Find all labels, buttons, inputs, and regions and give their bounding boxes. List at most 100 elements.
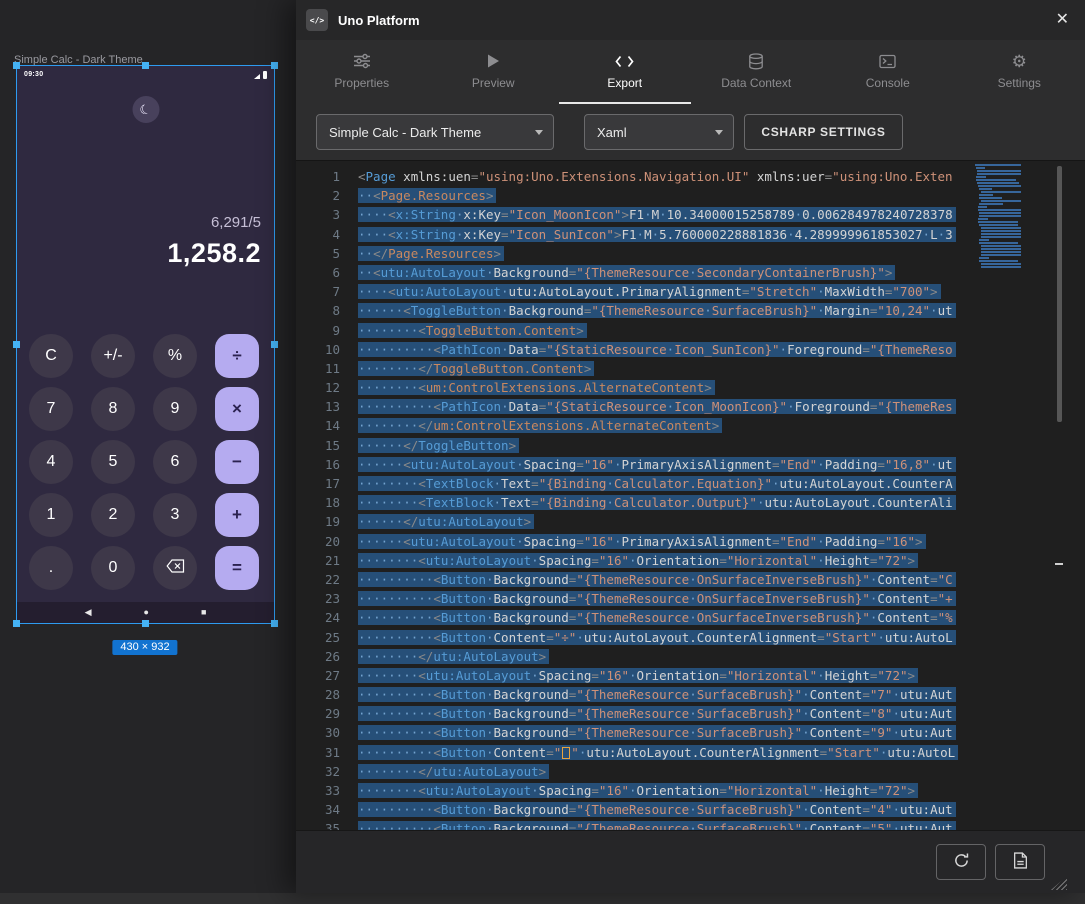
refresh-icon	[953, 852, 970, 872]
export-file-icon	[1013, 852, 1028, 872]
calc-button-4[interactable]: 4	[29, 440, 73, 484]
line-number: 14	[296, 416, 340, 435]
calc-equation: 6,291/5	[211, 214, 261, 231]
line-number: 8	[296, 301, 340, 320]
tab-data-context[interactable]: Data Context	[691, 40, 823, 104]
refresh-button[interactable]	[936, 844, 986, 880]
minimap[interactable]	[975, 164, 1055, 269]
resize-grip[interactable]	[1051, 876, 1067, 890]
code-line: ··········<Button·Background="{ThemeReso…	[358, 800, 975, 819]
code-line: <Page xmlns:uen="using:Uno.Extensions.Na…	[358, 167, 975, 186]
line-number: 13	[296, 397, 340, 416]
line-number: 29	[296, 704, 340, 723]
line-number: 2	[296, 186, 340, 205]
code-line: ······<ToggleButton·Background="{ThemeRe…	[358, 301, 975, 320]
home-icon[interactable]: ●	[144, 608, 149, 617]
tab-console[interactable]: Console	[822, 40, 954, 104]
moon-icon: ☾	[138, 102, 153, 118]
window-titlebar: </> Uno Platform ✕	[296, 0, 1085, 40]
code-line: ········</ToggleButton.Content>	[358, 359, 975, 378]
calc-button-C[interactable]: C	[29, 334, 73, 378]
calc-button-1[interactable]: 1	[29, 493, 73, 537]
line-number: 25	[296, 628, 340, 647]
code-line: ········<TextBlock·Text="{Binding·Calcul…	[358, 474, 975, 493]
tab-export[interactable]: Export	[559, 40, 691, 104]
calc-output: 1,258.2	[167, 238, 261, 269]
code-line: ········<utu:AutoLayout·Spacing="16"·Ori…	[358, 781, 975, 800]
code-line: ··········<PathIcon·Data="{StaticResourc…	[358, 340, 975, 359]
format-select-value: Xaml	[597, 125, 627, 140]
calc-button-×[interactable]: ×	[215, 387, 259, 431]
calc-button-8[interactable]: 8	[91, 387, 135, 431]
selection-handle[interactable]	[271, 341, 278, 348]
code-line: ······</utu:AutoLayout>	[358, 512, 975, 531]
selection-handle[interactable]	[271, 62, 278, 69]
theme-toggle-button[interactable]: ☾	[132, 96, 159, 123]
gear-icon: ⚙	[1012, 52, 1027, 70]
format-select[interactable]: Xaml	[584, 114, 734, 150]
calc-button-2[interactable]: 2	[91, 493, 135, 537]
calc-button-+[interactable]: +	[215, 493, 259, 537]
tab-properties[interactable]: Properties	[296, 40, 428, 104]
code-line: ··········<Button·Background="{ThemeReso…	[358, 608, 975, 627]
code-editor[interactable]: 1234567891011121314151617181920212223242…	[296, 160, 1085, 830]
line-number: 22	[296, 570, 340, 589]
code-line: ······<utu:AutoLayout·Spacing="16"·Prima…	[358, 455, 975, 474]
close-icon[interactable]: ✕	[1056, 12, 1069, 28]
csharp-settings-button[interactable]: CSHARP SETTINGS	[744, 114, 903, 150]
calculator-preview[interactable]: 09:30 ☾ 6,291/5 1,258.2 C+/-%÷789×456−12…	[17, 66, 274, 623]
tab-preview[interactable]: Preview	[428, 40, 560, 104]
back-icon[interactable]: ◀	[85, 608, 92, 617]
calc-button-%[interactable]: %	[153, 334, 197, 378]
calc-button-3[interactable]: 3	[153, 493, 197, 537]
calc-button-9[interactable]: 9	[153, 387, 197, 431]
calc-button-6[interactable]: 6	[153, 440, 197, 484]
calc-button-=[interactable]: =	[215, 546, 259, 590]
selection-handle[interactable]	[13, 341, 20, 348]
line-number: 33	[296, 781, 340, 800]
window-bottombar	[296, 830, 1085, 893]
calc-button-÷[interactable]: ÷	[215, 334, 259, 378]
line-number: 10	[296, 340, 340, 359]
artboard-label: Simple Calc - Dark Theme	[14, 54, 143, 66]
tab-settings[interactable]: ⚙Settings	[954, 40, 1085, 104]
code-content[interactable]: <Page xmlns:uen="using:Uno.Extensions.Na…	[358, 167, 975, 830]
terminal-icon	[879, 52, 896, 70]
line-number: 26	[296, 647, 340, 666]
code-line: ··<utu:AutoLayout·Background="{ThemeReso…	[358, 263, 975, 282]
line-number: 27	[296, 666, 340, 685]
window-title: Uno Platform	[338, 13, 420, 28]
recents-icon[interactable]: ■	[201, 608, 206, 617]
code-line: ··</Page.Resources>	[358, 244, 975, 263]
tab-label: Preview	[472, 76, 515, 90]
line-number: 34	[296, 800, 340, 819]
desktop-background: Simple Calc - Dark Theme 09:30 ☾ 6,291/5…	[0, 0, 1085, 904]
line-number: 35	[296, 819, 340, 830]
calc-button-0[interactable]: 0	[91, 546, 135, 590]
calc-button-backspace[interactable]	[153, 546, 197, 590]
line-number: 12	[296, 378, 340, 397]
code-line: ······<utu:AutoLayout·Spacing="16"·Prima…	[358, 532, 975, 551]
code-line: ··········<Button·Content=""·utu:AutoLay…	[358, 743, 975, 762]
selection-handle[interactable]	[142, 62, 149, 69]
calc-button-7[interactable]: 7	[29, 387, 73, 431]
backspace-icon	[166, 559, 185, 578]
code-line: ········</utu:AutoLayout>	[358, 762, 975, 781]
database-icon	[748, 52, 764, 70]
selection-handle[interactable]	[13, 620, 20, 627]
scrollbar-thumb[interactable]	[1057, 166, 1062, 422]
export-file-button[interactable]	[995, 844, 1045, 880]
calc-button-.[interactable]: .	[29, 546, 73, 590]
line-number: 17	[296, 474, 340, 493]
calc-button-5[interactable]: 5	[91, 440, 135, 484]
code-line: ········<TextBlock·Text="{Binding·Calcul…	[358, 493, 975, 512]
line-number: 21	[296, 551, 340, 570]
selection-handle[interactable]	[13, 62, 20, 69]
size-badge: 430 × 932	[112, 640, 177, 655]
page-select[interactable]: Simple Calc - Dark Theme	[316, 114, 554, 150]
selection-handle[interactable]	[271, 620, 278, 627]
selection-handle[interactable]	[142, 620, 149, 627]
code-line: ··········<Button·Background="{ThemeReso…	[358, 704, 975, 723]
calc-button-+/-[interactable]: +/-	[91, 334, 135, 378]
calc-button-−[interactable]: −	[215, 440, 259, 484]
